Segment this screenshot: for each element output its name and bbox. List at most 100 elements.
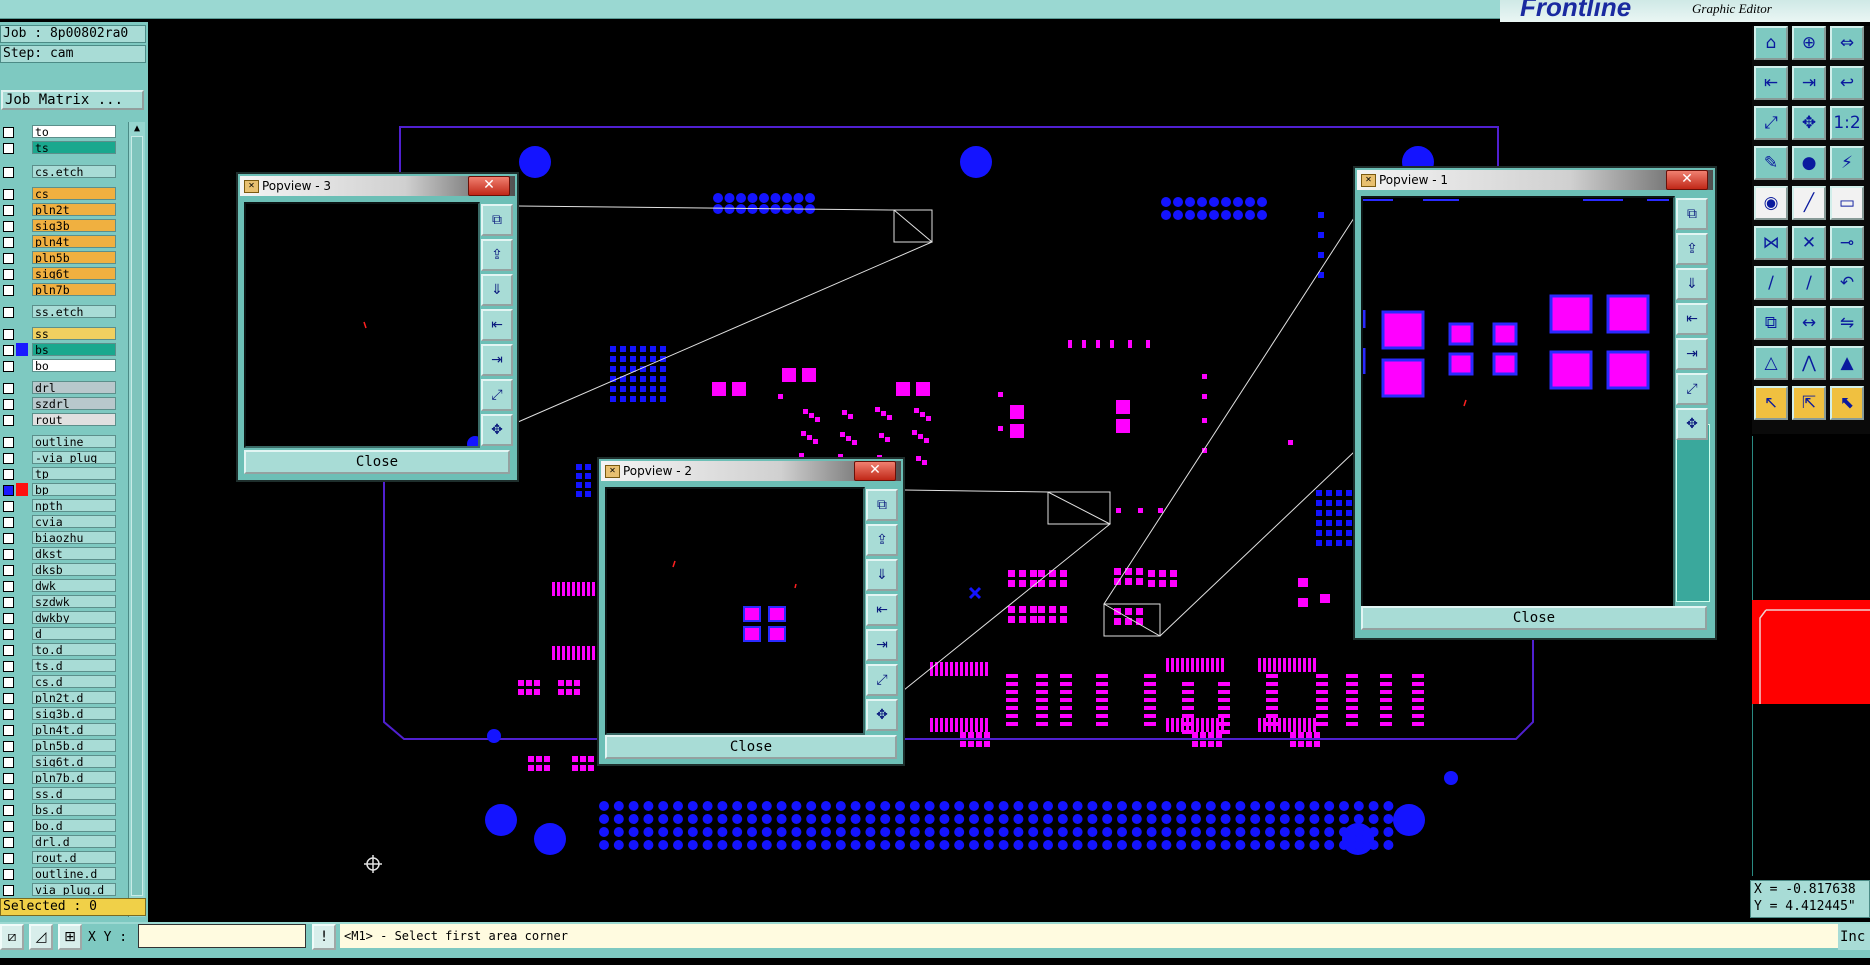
layer-name[interactable]: bo <box>32 359 116 372</box>
layer-row-bo.d[interactable]: bo.d <box>0 818 118 833</box>
layer-row-drl[interactable]: drl <box>0 380 118 395</box>
layer-checkbox[interactable] <box>3 693 14 704</box>
layer-name[interactable]: dksb <box>32 563 116 576</box>
measure-icon[interactable]: ◿ <box>29 924 53 950</box>
zoom-left-icon[interactable]: ⇤ <box>866 594 898 626</box>
layer-row-rout[interactable]: rout <box>0 412 118 427</box>
zoom-fit-icon[interactable]: ⤢ <box>1754 106 1788 140</box>
layer-row-pln4t.d[interactable]: pln4t.d <box>0 722 118 737</box>
layer-row-cs[interactable]: cs <box>0 186 118 201</box>
layer-row-bs.d[interactable]: bs.d <box>0 802 118 817</box>
layer-name[interactable]: ss.etch <box>32 305 116 318</box>
layer-name[interactable]: ss <box>32 327 116 340</box>
popview-1-titlebar[interactable]: ✕ Popview - 1 <box>1357 170 1713 190</box>
layer-checkbox[interactable] <box>3 853 14 864</box>
layer-checkbox[interactable] <box>3 597 14 608</box>
layer-checkbox[interactable] <box>3 415 14 426</box>
select-arrow-icon[interactable]: ↖ <box>1754 386 1788 420</box>
layer-name[interactable]: pln7b.d <box>32 771 116 784</box>
layer-name[interactable]: pln4t.d <box>32 723 116 736</box>
move-icon[interactable]: ↔ <box>1792 306 1826 340</box>
layer-name[interactable]: rout.d <box>32 851 116 864</box>
popview-3-window[interactable]: ✕ Popview - 3 ✕ ⧉ ⇪ ⇓ ⇤ ⇥ ⤢ ✥ Close <box>236 172 519 482</box>
layer-name[interactable]: ts.d <box>32 659 116 672</box>
layer-checkbox[interactable] <box>3 789 14 800</box>
layer-row-to[interactable]: to <box>0 124 118 139</box>
layer-scrollbar[interactable]: ▲ ▼ <box>128 122 145 917</box>
layer-row-outline.d[interactable]: outline.d <box>0 866 118 881</box>
layer-name[interactable]: bs <box>32 343 116 356</box>
layer-name[interactable]: sig3b <box>32 219 116 232</box>
copy-icon[interactable]: ⧉ <box>1754 306 1788 340</box>
zoom-window-icon[interactable]: ⧉ <box>866 489 898 521</box>
layer-row-d[interactable]: d <box>0 626 118 641</box>
layer-checkbox[interactable] <box>3 549 14 560</box>
layer-name[interactable]: to <box>32 125 116 138</box>
zoom-window-icon[interactable]: ⧉ <box>1676 198 1708 230</box>
layer-row-pln5b.d[interactable]: pln5b.d <box>0 738 118 753</box>
layer-checkbox[interactable] <box>3 253 14 264</box>
layer-checkbox[interactable] <box>3 629 14 640</box>
zoom-window-icon[interactable]: ⧉ <box>481 204 513 236</box>
layer-checkbox[interactable] <box>3 205 14 216</box>
layer-name[interactable]: bs.d <box>32 803 116 816</box>
zoom-left-icon[interactable]: ⇤ <box>481 309 513 341</box>
layer-row-pln4t[interactable]: pln4t <box>0 234 118 249</box>
close-icon[interactable]: ✕ <box>468 176 510 196</box>
layer-name[interactable]: rout <box>32 413 116 426</box>
node-icon[interactable]: ⊸ <box>1830 226 1864 260</box>
layer-name[interactable]: cs.d <box>32 675 116 688</box>
layer-checkbox[interactable] <box>3 143 14 154</box>
popview-1-viewport[interactable] <box>1361 196 1675 608</box>
layer-checkbox[interactable] <box>3 741 14 752</box>
zoom-fit-icon[interactable]: ⤢ <box>866 664 898 696</box>
layer-checkbox[interactable] <box>3 127 14 138</box>
popview-2-window[interactable]: ✕ Popview - 2 ✕ ⧉ ⇪ ⇓ ⇤ ⇥ ⤢ ✥ Close <box>597 457 905 766</box>
layer-checkbox[interactable] <box>3 773 14 784</box>
zoom-fit-icon[interactable]: ⤢ <box>1676 373 1708 405</box>
net-icon[interactable]: ⚡ <box>1830 146 1864 180</box>
layer-row-bs[interactable]: bs <box>0 342 118 357</box>
layer-row-sig6t[interactable]: sig6t <box>0 266 118 281</box>
zoom-right-icon[interactable]: ⇥ <box>1676 338 1708 370</box>
layer-row-to.d[interactable]: to.d <box>0 642 118 657</box>
layer-row-npth[interactable]: npth <box>0 498 118 513</box>
layer-row-dksb[interactable]: dksb <box>0 562 118 577</box>
snap-point-icon[interactable]: ● <box>1792 146 1826 180</box>
ruler-icon[interactable]: ▭ <box>1830 186 1864 220</box>
scroll-up-icon[interactable]: ▲ <box>130 123 144 135</box>
layer-row-bp[interactable]: bp <box>0 482 118 497</box>
layer-name[interactable]: sig6t <box>32 267 116 280</box>
layer-name[interactable]: dwk <box>32 579 116 592</box>
zoom-up-icon[interactable]: ⇪ <box>481 239 513 271</box>
layer-checkbox[interactable] <box>3 645 14 656</box>
layer-checkbox[interactable] <box>3 885 14 896</box>
inc-button[interactable]: Inc <box>1838 924 1870 950</box>
layer-row-ss.etch[interactable]: ss.etch <box>0 304 118 319</box>
layer-checkbox[interactable] <box>3 167 14 178</box>
layer-row-pln7b.d[interactable]: pln7b.d <box>0 770 118 785</box>
popview-2-viewport[interactable] <box>605 487 865 735</box>
layer-name[interactable]: -via_plug <box>32 451 116 464</box>
add-pad-icon[interactable]: ◉ <box>1754 186 1788 220</box>
layer-row-sig3b[interactable]: sig3b <box>0 218 118 233</box>
layer-checkbox[interactable] <box>3 677 14 688</box>
line-red-icon[interactable]: ∕ <box>1754 266 1788 300</box>
layer-name[interactable]: drl.d <box>32 835 116 848</box>
layer-checkbox[interactable] <box>3 709 14 720</box>
select-box-icon[interactable]: ⇱ <box>1792 386 1826 420</box>
snap-icon[interactable]: ⧄ <box>0 924 24 950</box>
layer-checkbox[interactable] <box>3 285 14 296</box>
layer-checkbox[interactable] <box>3 345 14 356</box>
cross-icon[interactable]: ✕ <box>1792 226 1826 260</box>
layer-checkbox[interactable] <box>3 757 14 768</box>
layer-row-sig3b.d[interactable]: sig3b.d <box>0 706 118 721</box>
zoom-back-icon[interactable]: ↩ <box>1830 66 1864 100</box>
layer-row-cvia[interactable]: cvia <box>0 514 118 529</box>
scroll-thumb[interactable] <box>131 136 143 896</box>
layer-row-rout.d[interactable]: rout.d <box>0 850 118 865</box>
grid-icon[interactable]: ⊞ <box>58 924 82 950</box>
popview-1-close-button[interactable]: Close <box>1361 606 1707 630</box>
layer-name[interactable]: szdwk <box>32 595 116 608</box>
zoom-in-icon[interactable]: ⊕ <box>1792 26 1826 60</box>
